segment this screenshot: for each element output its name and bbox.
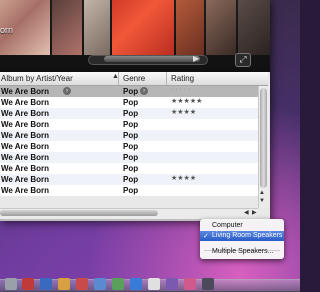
- finder-icon[interactable]: [5, 278, 17, 290]
- menu-item-computer[interactable]: Computer: [200, 221, 284, 231]
- album-art[interactable]: [112, 0, 174, 55]
- album-cell: We Are Born: [1, 164, 50, 173]
- cover-flow-scroll-thumb[interactable]: [104, 56, 200, 62]
- app-icon[interactable]: [112, 278, 124, 290]
- table-row[interactable]: We Are Born Pop: [0, 152, 258, 163]
- column-divider[interactable]: [166, 72, 167, 85]
- album-cell: We Are Born: [1, 131, 50, 140]
- vertical-scroll-thumb[interactable]: [260, 88, 267, 188]
- app-icon[interactable]: [184, 278, 196, 290]
- app-icon[interactable]: [202, 278, 214, 290]
- app-icon[interactable]: [130, 278, 142, 290]
- table-row[interactable]: We Are Born Pop: [0, 163, 258, 174]
- album-cell: We Are Born: [1, 186, 50, 195]
- rating-cell[interactable]: · · · · ·: [171, 86, 190, 93]
- rating-cell[interactable]: ★★★★: [171, 108, 196, 116]
- album-cell: We Are Born: [1, 98, 50, 107]
- album-cell: We Are Born: [1, 175, 50, 184]
- genre-cell: Pop: [123, 87, 139, 96]
- genre-cell: Pop: [123, 164, 139, 173]
- album-art[interactable]: [176, 0, 204, 55]
- album-cell: We Are Born: [1, 142, 50, 151]
- app-icon[interactable]: [148, 278, 160, 290]
- table-row[interactable]: We Are Born Pop ★★★★: [0, 108, 258, 119]
- table-row[interactable]: We Are Born Pop ★★★★: [0, 174, 258, 185]
- table-row[interactable]: We Are Born Pop: [0, 119, 258, 130]
- genre-cell: Pop: [123, 98, 139, 107]
- app-icon[interactable]: [58, 278, 70, 290]
- album-art[interactable]: [84, 0, 110, 55]
- speakers-menu: Computer ✓ Living Room Speakers Multiple…: [200, 219, 284, 259]
- itunes-window: orn ▶ ⤢ Album by Artist/Year ▲ Genre Rat…: [0, 0, 270, 221]
- genre-cell: Pop: [123, 153, 139, 162]
- album-cell: We Are Born: [1, 109, 50, 118]
- scroll-up-icon[interactable]: ▲: [259, 190, 265, 196]
- play-arrow-icon[interactable]: ▶: [193, 54, 199, 63]
- genre-cell: Pop: [123, 131, 139, 140]
- table-row[interactable]: We Are Born Pop: [0, 185, 258, 196]
- genre-cell: Pop: [123, 142, 139, 151]
- genre-cell: Pop: [123, 109, 139, 118]
- album-art[interactable]: [206, 0, 236, 55]
- column-header-genre[interactable]: Genre: [123, 74, 145, 83]
- table-row[interactable]: We Are Born › Pop › · · · · ·: [0, 86, 258, 97]
- app-icon[interactable]: [40, 278, 52, 290]
- song-list: We Are Born › Pop › · · · · · We Are Bor…: [0, 86, 258, 208]
- rating-cell[interactable]: ★★★★★: [171, 97, 202, 105]
- table-header: Album by Artist/Year ▲ Genre Rating: [0, 72, 268, 86]
- genre-cell: Pop: [123, 120, 139, 129]
- menu-item-living-room-speakers[interactable]: ✓ Living Room Speakers: [200, 231, 284, 241]
- album-cell: We Are Born: [1, 87, 50, 96]
- go-arrow-icon[interactable]: ›: [63, 87, 71, 95]
- album-cell: We Are Born: [1, 120, 50, 129]
- table-row[interactable]: We Are Born Pop ★★★★★: [0, 97, 258, 108]
- horizontal-scroll-thumb[interactable]: [0, 210, 158, 216]
- table-row[interactable]: We Are Born Pop: [0, 130, 258, 141]
- go-arrow-icon[interactable]: ›: [140, 87, 148, 95]
- app-icon[interactable]: [76, 278, 88, 290]
- cover-flow-title: orn: [0, 25, 14, 35]
- scroll-right-icon[interactable]: ▶: [252, 209, 257, 216]
- app-icon[interactable]: [94, 278, 106, 290]
- table-row[interactable]: We Are Born Pop: [0, 141, 258, 152]
- genre-cell: Pop: [123, 175, 139, 184]
- checkmark-icon: ✓: [203, 233, 209, 240]
- album-art[interactable]: [52, 0, 82, 55]
- column-header-album[interactable]: Album by Artist/Year: [1, 74, 117, 83]
- column-divider[interactable]: [118, 72, 119, 85]
- fullscreen-icon[interactable]: ⤢: [235, 53, 251, 67]
- scroll-down-icon[interactable]: ▼: [259, 198, 265, 204]
- album-cell: We Are Born: [1, 153, 50, 162]
- column-header-rating[interactable]: Rating: [171, 74, 194, 83]
- genre-cell: Pop: [123, 186, 139, 195]
- cover-flow-view[interactable]: orn ▶ ⤢: [0, 0, 270, 72]
- album-art[interactable]: [238, 0, 270, 55]
- rating-cell[interactable]: ★★★★: [171, 174, 196, 182]
- app-icon[interactable]: [22, 278, 34, 290]
- menu-item-multiple-speakers[interactable]: Multiple Speakers...: [200, 247, 284, 257]
- app-icon[interactable]: [166, 278, 178, 290]
- scroll-left-icon[interactable]: ◀: [244, 209, 249, 216]
